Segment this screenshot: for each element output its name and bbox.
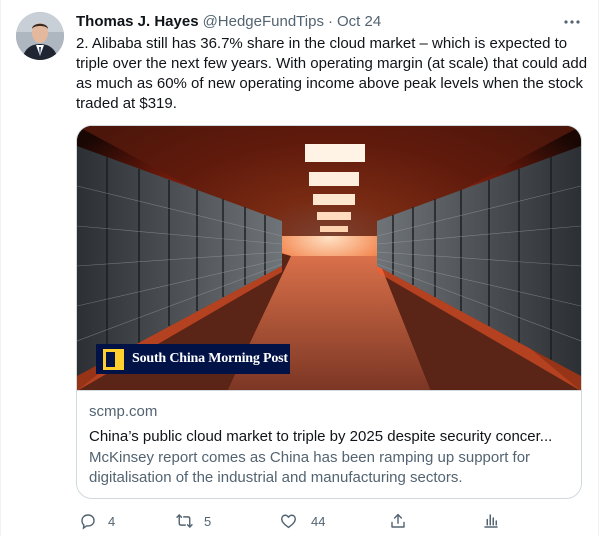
card-title: China’s public cloud market to triple by… xyxy=(89,428,553,445)
avatar[interactable] xyxy=(16,12,64,60)
publisher-logo-icon xyxy=(103,348,124,370)
reply-icon xyxy=(78,512,97,531)
retweet-button[interactable]: 5 xyxy=(175,511,211,531)
like-button[interactable]: 44 xyxy=(279,511,325,531)
analytics-button[interactable] xyxy=(481,511,500,531)
retweet-count: 5 xyxy=(204,513,212,529)
timeline-divider-left xyxy=(0,0,1,536)
more-icon xyxy=(564,11,580,29)
share-button[interactable] xyxy=(388,511,407,531)
analytics-icon xyxy=(481,512,500,531)
tweet-date[interactable]: Oct 24 xyxy=(337,13,381,30)
card-image: South China Morning Post xyxy=(77,126,581,391)
link-card[interactable]: South China Morning Post scmp.com China’… xyxy=(76,125,582,499)
author-name[interactable]: Thomas J. Hayes xyxy=(76,13,199,30)
separator-dot: · xyxy=(327,12,333,30)
reply-count: 4 xyxy=(108,513,116,529)
retweet-icon xyxy=(175,512,194,531)
like-count: 44 xyxy=(311,513,326,529)
share-icon xyxy=(388,512,407,531)
publisher-badge: South China Morning Post xyxy=(96,344,290,374)
tweet-text: 2. Alibaba still has 36.7% share in the … xyxy=(76,35,588,112)
reply-button[interactable]: 4 xyxy=(78,511,115,531)
card-description: McKinsey report comes as China has been … xyxy=(89,449,531,486)
more-button[interactable] xyxy=(558,9,586,31)
publisher-name: South China Morning Post xyxy=(132,351,288,366)
timeline-divider-right xyxy=(598,0,599,536)
author-handle[interactable]: @HedgeFundTips xyxy=(203,13,324,30)
tweet-header: Thomas J. Hayes @HedgeFundTips · Oct 24 xyxy=(76,11,381,31)
card-domain: scmp.com xyxy=(89,403,158,420)
like-icon xyxy=(279,512,298,531)
